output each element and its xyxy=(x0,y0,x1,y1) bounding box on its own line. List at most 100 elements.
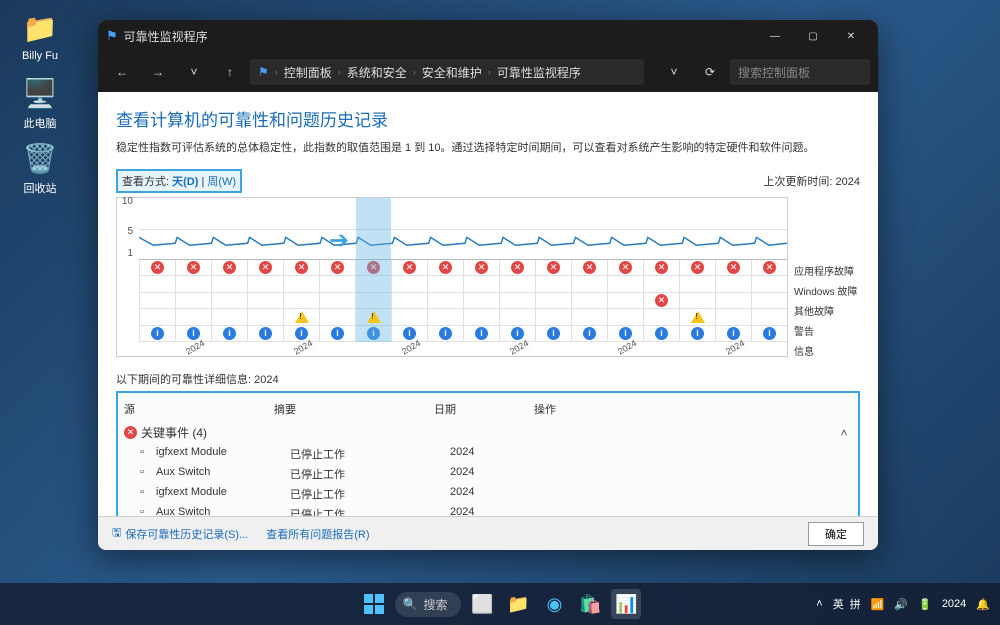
tray-chevron-up-icon[interactable]: ˄ xyxy=(816,598,822,610)
maximize-button[interactable]: ▢ xyxy=(794,20,832,52)
chart-legend: 应用程序故障 Windows 故障 其他故障 警告 信息 xyxy=(788,197,860,359)
chart-column[interactable]: ✕i2024 xyxy=(715,260,751,342)
legend-item: 其他故障 xyxy=(794,303,860,319)
warning-icon xyxy=(691,311,705,323)
taskbar-search[interactable]: 🔍 搜索 xyxy=(395,592,462,617)
breadcrumb[interactable]: 安全和维护 xyxy=(422,64,482,81)
chart-cell: ✕ xyxy=(500,260,535,276)
row-action[interactable] xyxy=(550,506,852,516)
minimize-button[interactable]: — xyxy=(756,20,794,52)
col-source[interactable]: 源 xyxy=(124,401,274,417)
taskbar-app-reliability[interactable]: 📊 xyxy=(611,589,641,619)
details-heading: 以下期间的可靠性详细信息: 2024 xyxy=(116,371,860,387)
chart-column[interactable]: ✕i2024 xyxy=(283,260,319,342)
desktop-icon-thispc[interactable]: 🖥️ 此电脑 xyxy=(10,75,70,131)
details-row[interactable]: ▫igfxext Module已停止工作2024 xyxy=(124,444,852,464)
wifi-icon[interactable]: 📶 xyxy=(871,598,885,611)
notifications-icon[interactable]: 🔔 xyxy=(976,598,990,611)
desktop-icon-label: Billy Fu xyxy=(10,50,70,62)
taskbar-app-explorer[interactable]: 📁 xyxy=(503,589,533,619)
chart-column[interactable]: ✕i2024 xyxy=(391,260,427,342)
info-icon: i xyxy=(187,327,200,340)
grid-zone: ✕i✕i2024✕i✕i✕i2024✕i✕i✕i2024✕i✕i✕i2024✕i… xyxy=(139,260,787,342)
line-zone xyxy=(139,198,787,260)
nav-up-button[interactable]: ↑ xyxy=(214,58,246,86)
warning-icon xyxy=(367,311,381,323)
details-row[interactable]: ▫Aux Switch已停止工作2024 xyxy=(124,504,852,516)
y-axis: 10 5 1 xyxy=(115,198,139,260)
breadcrumb[interactable]: 控制面板 xyxy=(284,64,332,81)
chart-cell xyxy=(572,309,607,325)
nav-dropdown-button[interactable]: ˅ xyxy=(178,58,210,86)
chart-column[interactable]: ✕i xyxy=(355,260,391,342)
view-week-link[interactable]: 周(W) xyxy=(207,176,236,188)
chart-column[interactable]: ✕i xyxy=(463,260,499,342)
error-icon: ✕ xyxy=(151,261,164,274)
battery-icon[interactable]: 🔋 xyxy=(918,598,932,611)
view-reports-link[interactable]: 查看所有问题报告(R) xyxy=(266,526,369,542)
chart-cell: ✕ xyxy=(464,260,499,276)
breadcrumb[interactable]: 系统和安全 xyxy=(347,64,407,81)
windows-logo-icon xyxy=(364,594,384,614)
start-button[interactable] xyxy=(359,589,389,619)
chart-cell: ✕ xyxy=(392,260,427,276)
error-icon: ✕ xyxy=(655,294,668,307)
desktop-icon-label: 回收站 xyxy=(10,180,70,196)
chart-cell: ✕ xyxy=(752,260,787,276)
chart-column[interactable]: ✕i xyxy=(319,260,355,342)
chart-column[interactable]: ✕i xyxy=(751,260,787,342)
details-row[interactable]: ▫Aux Switch已停止工作2024 xyxy=(124,464,852,484)
chart-column[interactable]: ✕i xyxy=(571,260,607,342)
chart-cell xyxy=(176,276,211,292)
chart-column[interactable]: ✕i xyxy=(211,260,247,342)
save-history-link[interactable]: 保存可靠性历史记录(S)... xyxy=(125,526,248,542)
nav-back-button[interactable]: ← xyxy=(106,58,138,86)
address-bar[interactable]: ⚑ › 控制面板 › 系统和安全 › 安全和维护 › 可靠性监视程序 xyxy=(250,59,644,85)
chart-column[interactable]: ✕i xyxy=(247,260,283,342)
info-icon: i xyxy=(727,327,740,340)
search-input[interactable]: 搜索控制面板 xyxy=(730,59,870,85)
col-date[interactable]: 日期 xyxy=(434,401,534,417)
chart-column[interactable]: ✕✕i xyxy=(643,260,679,342)
chart-column[interactable]: ✕i xyxy=(535,260,571,342)
taskbar-app-store[interactable]: 🛍️ xyxy=(575,589,605,619)
chart-column[interactable]: ✕i2024 xyxy=(607,260,643,342)
chart-column[interactable]: ✕i2024 xyxy=(499,260,535,342)
desktop-icon-label: 此电脑 xyxy=(10,115,70,131)
chart-column[interactable]: ✕i xyxy=(427,260,463,342)
close-button[interactable]: ✕ xyxy=(832,20,870,52)
chart-column[interactable]: ✕i xyxy=(679,260,715,342)
details-group-header[interactable]: ✕关键事件 (4)˄ xyxy=(124,421,852,444)
breadcrumb[interactable]: 可靠性监视程序 xyxy=(497,64,581,81)
ok-button[interactable]: 确定 xyxy=(808,522,864,546)
col-summary[interactable]: 摘要 xyxy=(274,401,434,417)
view-day-link[interactable]: 天(D) xyxy=(172,176,198,188)
chart-cell: ✕ xyxy=(248,260,283,276)
row-action[interactable] xyxy=(550,466,852,482)
volume-icon[interactable]: 🔊 xyxy=(894,598,908,611)
chart-column[interactable]: ✕i xyxy=(139,260,175,342)
row-action[interactable] xyxy=(550,446,852,462)
chart-cell xyxy=(284,293,319,309)
titlebar[interactable]: ⚑ 可靠性监视程序 — ▢ ✕ xyxy=(98,20,878,52)
col-action[interactable]: 操作 xyxy=(534,401,832,417)
taskbar-app-edge[interactable]: ◉ xyxy=(539,589,569,619)
chart-area[interactable]: 10 5 1 ➔ ✕i✕i2024✕i✕i✕i2024✕i✕i✕i2024✕i✕… xyxy=(116,197,788,357)
details-row[interactable]: ▫igfxext Module已停止工作2024 xyxy=(124,484,852,504)
taskbar-clock[interactable]: 2024 xyxy=(942,598,966,610)
chevron-down-icon[interactable]: ˅ xyxy=(658,58,690,86)
task-view-button[interactable]: ⬜ xyxy=(467,589,497,619)
desktop-icon-recycle[interactable]: 🗑️ 回收站 xyxy=(10,140,70,196)
chart-column[interactable]: ✕i2024 xyxy=(175,260,211,342)
legend-item: 应用程序故障 xyxy=(794,263,860,279)
reliability-monitor-window: ⚑ 可靠性监视程序 — ▢ ✕ ← → ˅ ↑ ⚑ › 控制面板 › 系统和安全… xyxy=(98,20,878,550)
desktop-icon-user[interactable]: 📁 Billy Fu xyxy=(10,10,70,62)
collapse-icon[interactable]: ˄ xyxy=(836,426,852,440)
ime-indicator[interactable]: 英 拼 xyxy=(833,596,861,612)
app-icon: ▫ xyxy=(140,506,156,516)
row-action[interactable] xyxy=(550,486,852,502)
chart-cell: ✕ xyxy=(608,260,643,276)
chart-cell xyxy=(428,293,463,309)
refresh-button[interactable]: ⟳ xyxy=(694,58,726,86)
nav-forward-button[interactable]: → xyxy=(142,58,174,86)
